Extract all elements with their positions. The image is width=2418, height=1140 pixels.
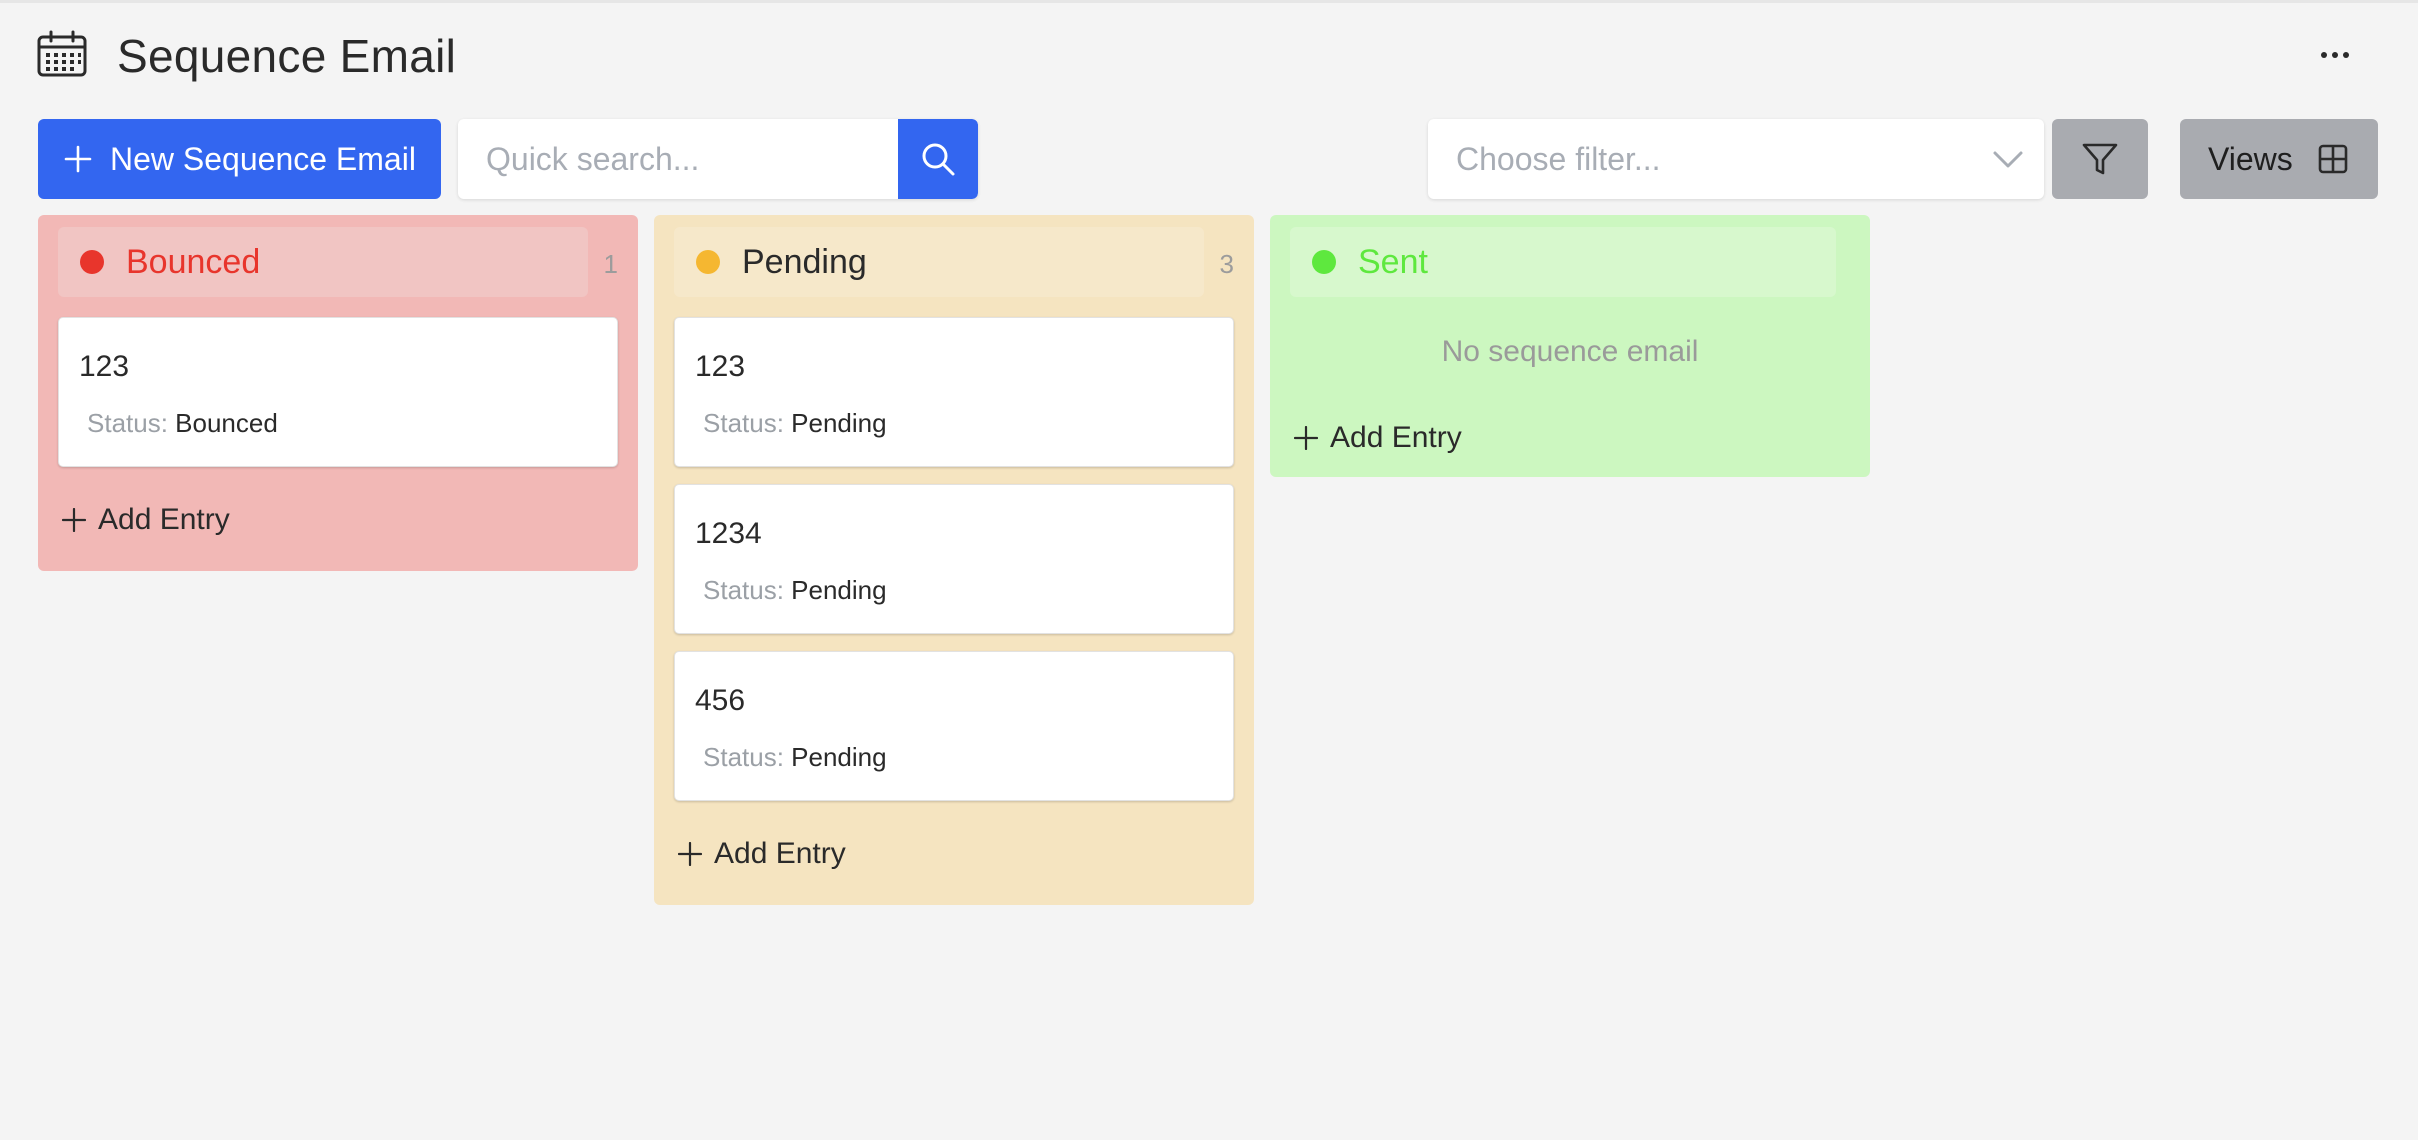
add-entry-button[interactable]: Add Entry [1294, 421, 1462, 455]
quick-search [458, 119, 978, 199]
card-status-label: Status: [703, 408, 784, 438]
ellipsis-dot [2343, 52, 2349, 58]
column-pending: Pending 3 123 Status: Pending 1234 Statu… [654, 215, 1254, 905]
column-bounced: Bounced 1 123 Status: Bounced Add Entry [38, 215, 638, 571]
plus-icon [678, 842, 702, 866]
card-status: Status: Pending [703, 408, 887, 439]
card-status-value: Pending [791, 742, 887, 772]
column-title: Sent [1358, 242, 1428, 281]
card-status-value: Pending [791, 575, 887, 605]
column-title: Bounced [126, 242, 261, 281]
add-entry-button[interactable]: Add Entry [678, 837, 846, 871]
card-status: Status: Bounced [87, 408, 278, 439]
add-entry-button[interactable]: Add Entry [62, 503, 230, 537]
plus-icon [64, 145, 92, 173]
plus-icon [62, 508, 86, 532]
ellipsis-icon [2321, 52, 2327, 58]
column-header-pending[interactable]: Pending [674, 227, 1204, 297]
kanban-card[interactable]: 456 Status: Pending [674, 651, 1234, 801]
new-button-label: New Sequence Email [110, 140, 416, 177]
card-status-label: Status: [703, 742, 784, 772]
card-status-value: Bounced [175, 408, 278, 438]
funnel-icon [2082, 143, 2118, 175]
card-status-value: Pending [791, 408, 887, 438]
filter-select[interactable]: Choose filter... [1428, 119, 2044, 199]
search-icon [922, 143, 955, 176]
ellipsis-dot [2332, 52, 2338, 58]
add-entry-label: Add Entry [98, 503, 230, 536]
views-button[interactable]: Views [2180, 119, 2378, 199]
card-title: 456 [695, 684, 746, 717]
column-count: 3 [1219, 249, 1234, 279]
kanban-card[interactable]: 1234 Status: Pending [674, 484, 1234, 634]
search-button[interactable] [898, 119, 978, 199]
card-status-label: Status: [703, 575, 784, 605]
new-sequence-email-button[interactable]: New Sequence Email [38, 119, 441, 199]
kanban-card[interactable]: 123 Status: Pending [674, 317, 1234, 467]
more-options-button[interactable] [2315, 37, 2355, 73]
column-title: Pending [742, 242, 867, 281]
status-dot-icon [1312, 250, 1336, 274]
card-status: Status: Pending [703, 742, 887, 773]
grid-icon [2318, 144, 2348, 174]
card-status: Status: Pending [703, 575, 887, 606]
plus-icon [1294, 426, 1318, 450]
kanban-page: Sequence Email New Sequence Email Choose… [0, 0, 2418, 1140]
add-entry-label: Add Entry [1330, 421, 1462, 454]
column-sent: Sent No sequence email Add Entry [1270, 215, 1870, 477]
search-input[interactable] [458, 119, 898, 199]
status-dot-icon [80, 250, 104, 274]
status-dot-icon [696, 250, 720, 274]
card-status-label: Status: [87, 408, 168, 438]
card-title: 123 [695, 350, 746, 383]
column-header-sent[interactable]: Sent [1290, 227, 1836, 297]
add-entry-label: Add Entry [714, 837, 846, 870]
chevron-down-icon [1993, 151, 2023, 168]
column-count: 1 [603, 249, 618, 279]
page-title: Sequence Email [117, 30, 457, 82]
filter-button[interactable] [2052, 119, 2148, 199]
views-label: Views [2208, 140, 2293, 177]
calendar-icon [37, 30, 87, 77]
empty-state-text: No sequence email [1441, 335, 1699, 368]
filter-placeholder: Choose filter... [1456, 140, 1661, 177]
card-title: 1234 [695, 517, 762, 550]
kanban-card[interactable]: 123 Status: Bounced [58, 317, 618, 467]
column-header-bounced[interactable]: Bounced [58, 227, 588, 297]
card-title: 123 [79, 350, 130, 383]
